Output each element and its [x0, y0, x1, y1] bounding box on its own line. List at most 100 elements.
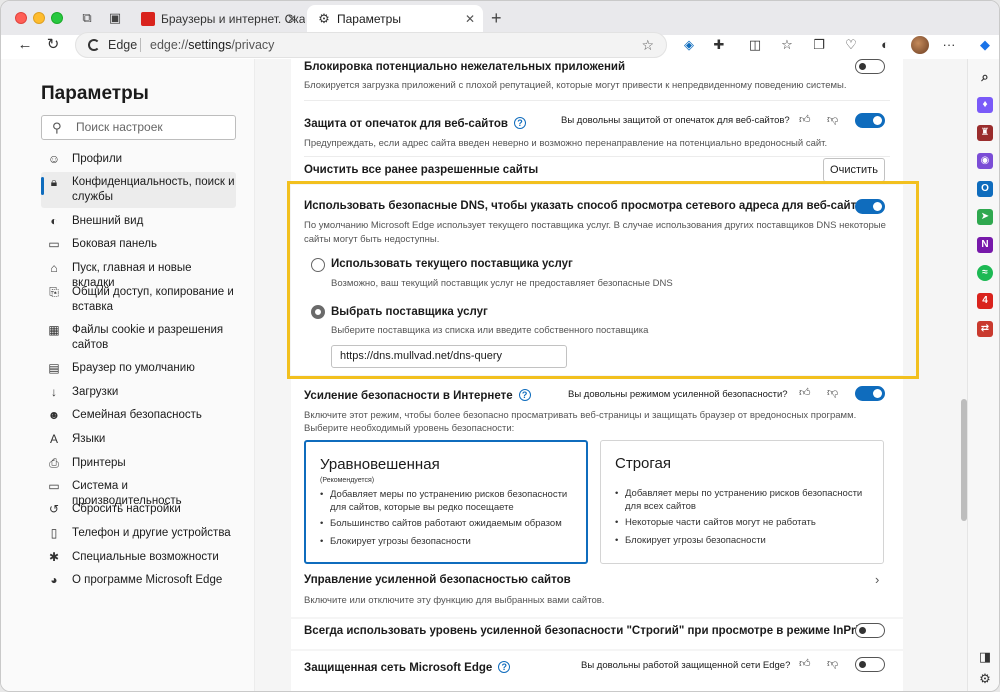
thumbs-up-icon[interactable]: 👍︎ [799, 386, 811, 399]
thumbs-up-icon[interactable]: 👍︎ [799, 113, 811, 126]
strict-point-1: Добавляет меры по устранению рисков безо… [615, 487, 877, 513]
strict-mode-card[interactable]: Строгая Добавляет меры по устранению рис… [600, 440, 884, 564]
address-url[interactable]: edge://settings/privacy [150, 33, 274, 57]
tools-icon[interactable]: ♜ [977, 125, 993, 141]
dns-option2-label: Выбрать поставщика услуг [331, 306, 488, 318]
sidebar-item-phone[interactable]: ▯ Телефон и другие устройства [41, 526, 236, 541]
tab-browsers[interactable]: Браузеры и интернет. Скача ✕ [131, 5, 305, 35]
minimize-window-button[interactable] [33, 12, 45, 24]
spotify-icon[interactable]: ≈ [977, 265, 993, 281]
enhanced-security-card: Усиление безопасности в Интернете? Вы до… [291, 377, 903, 617]
thumbs-down-icon[interactable]: 👎︎ [827, 386, 838, 399]
close-tab-icon[interactable]: ✕ [465, 5, 475, 33]
translate-icon[interactable]: ⇄ [977, 321, 993, 337]
onenote-icon[interactable]: N [977, 237, 993, 253]
drop-icon[interactable]: ➤ [977, 209, 993, 225]
balanced-subtitle: (Рекомендуется) [320, 477, 375, 484]
secure-network-title: Защищенная сеть Microsoft Edge? [304, 661, 511, 674]
copilot-sidebar-icon[interactable]: ◆ [975, 35, 995, 55]
help-icon[interactable]: ? [513, 117, 526, 129]
search-icon[interactable]: ⌕ [977, 69, 993, 85]
performance-icon[interactable]: ◐ [875, 35, 895, 55]
typo-toggle[interactable] [855, 113, 885, 128]
sidebar-item-about[interactable]: ◕ О программе Microsoft Edge [41, 573, 236, 588]
sidebar-item-reset[interactable]: ↺ Сбросить настройки [41, 502, 236, 517]
balanced-mode-card[interactable]: Уравновешенная (Рекомендуется) Добавляет… [304, 440, 588, 564]
close-tab-icon[interactable]: ✕ [287, 5, 297, 33]
shopping-icon[interactable]: ♦ [977, 97, 993, 113]
settings-search-input[interactable]: ⚲ Поиск настроек [41, 115, 236, 140]
tab-settings[interactable]: ⚙ Параметры ✕ [307, 5, 483, 35]
edge-logo-icon: ◕ [50, 573, 58, 587]
sidebar-settings-gear-icon[interactable]: ⚙ [977, 671, 993, 687]
enhanced-toggle[interactable] [855, 386, 885, 401]
sidebar-item-languages[interactable]: A Языки [41, 432, 236, 447]
clear-sites-title: Очистить все ранее разрешенные сайты [304, 164, 539, 176]
app-icon[interactable]: 4 [977, 293, 993, 309]
pua-title: Блокировка потенциально нежелательных пр… [304, 61, 626, 73]
sidebar-item-family[interactable]: ☻ Семейная безопасность [41, 408, 236, 423]
sidebar-item-cookies[interactable]: ▦ Файлы cookie и разрешения сайтов [41, 323, 236, 353]
address-separator [140, 38, 141, 52]
balanced-point-2: Большинство сайтов работают ожидаемым об… [320, 517, 562, 530]
manage-desc: Включите или отключите эту функцию для в… [304, 595, 605, 606]
collections-icon[interactable]: ❐ [809, 35, 829, 55]
sidebar-item-printers[interactable]: ⎙ Принтеры [41, 456, 236, 471]
balanced-point-1: Добавляет меры по устранению рисков безо… [320, 488, 582, 514]
sidebar-item-share[interactable]: ⎘ Общий доступ, копирование и вставка [41, 285, 236, 315]
dns-option1-desc: Возможно, ваш текущий поставщик услуг не… [331, 278, 673, 289]
home-icon: ⌂ [50, 261, 58, 275]
edge-sidebar: ⌕ ♦ ♜ ◉ O ➤ N ≈ 4 ⇄ ◨ ⚙ [967, 59, 999, 691]
address-bar[interactable]: Edge edge://settings/privacy ☆ [75, 32, 667, 58]
sidebar-item-accessibility[interactable]: ✱ Специальные возможности [41, 550, 236, 565]
avatar[interactable] [911, 36, 929, 54]
dns-choose-provider-radio[interactable] [311, 305, 325, 319]
more-menu-icon[interactable]: ··· [939, 35, 959, 55]
workspaces-icon[interactable]: ⧉ [79, 10, 95, 26]
language-icon: A [49, 432, 58, 446]
scrollbar[interactable] [961, 399, 967, 521]
secure-network-feedback-question: Вы довольны работой защищенной сети Edge… [581, 660, 791, 671]
tab-actions-icon[interactable]: ▣ [107, 10, 123, 26]
thumbs-down-icon[interactable]: 👎︎ [827, 113, 838, 126]
favorite-star-icon[interactable]: ☆ [641, 33, 654, 57]
clear-sites-button[interactable]: Очистить [823, 158, 885, 182]
sidebar-item-appearance[interactable]: ◐ Внешний вид [41, 214, 236, 229]
help-icon[interactable]: ? [498, 661, 511, 673]
browser-essentials-icon[interactable]: ♡ [841, 35, 861, 55]
refresh-icon[interactable]: ↻ [43, 35, 63, 55]
extensions-icon[interactable]: ✚ [709, 35, 729, 55]
help-icon[interactable]: ? [518, 389, 531, 401]
games-icon[interactable]: ◉ [977, 153, 993, 169]
family-icon: ☻ [47, 408, 61, 422]
sidebar-item-downloads[interactable]: ↓ Загрузки [41, 385, 236, 400]
sidebar-item-profiles[interactable]: ☺ Профили [41, 152, 236, 167]
thumbs-up-icon[interactable]: 👍︎ [799, 657, 811, 670]
favorites-icon[interactable]: ☆ [777, 35, 797, 55]
system-icon: ▭ [48, 479, 60, 493]
dns-provider-input[interactable]: https://dns.mullvad.net/dns-query [331, 345, 567, 368]
inprivate-toggle[interactable] [855, 623, 885, 638]
outlook-icon[interactable]: O [977, 181, 993, 197]
back-arrow-icon[interactable]: ← [15, 35, 35, 55]
typo-feedback-question: Вы довольны защитой от опечаток для веб-… [561, 115, 790, 126]
chevron-right-icon[interactable]: › [875, 572, 879, 587]
hide-sidebar-icon[interactable]: ◨ [977, 649, 993, 665]
sidebar-item-default-browser[interactable]: ▤ Браузер по умолчанию [41, 361, 236, 376]
new-tab-button[interactable]: + [491, 9, 502, 27]
secure-network-toggle[interactable] [855, 657, 885, 672]
manage-title[interactable]: Управление усиленной безопасностью сайто… [304, 574, 571, 586]
typo-title: Защита от опечаток для веб-сайтов? [304, 117, 526, 130]
close-window-button[interactable] [15, 12, 27, 24]
maximize-window-button[interactable] [51, 12, 63, 24]
copilot-icon[interactable]: ◈ [679, 35, 699, 55]
sidebar-item-sidebar[interactable]: ▭ Боковая панель [41, 237, 236, 252]
sidebar-item-privacy[interactable]: 🔒︎ Конфиденциальность, поиск и службы [41, 172, 236, 208]
gear-icon: ⚙ [318, 11, 330, 26]
dns-toggle[interactable] [855, 199, 885, 214]
split-screen-icon[interactable]: ◫ [745, 35, 765, 55]
reset-icon: ↺ [48, 502, 60, 516]
dns-current-provider-radio[interactable] [311, 258, 325, 272]
thumbs-down-icon[interactable]: 👎︎ [827, 657, 838, 670]
pua-toggle[interactable] [855, 59, 885, 74]
